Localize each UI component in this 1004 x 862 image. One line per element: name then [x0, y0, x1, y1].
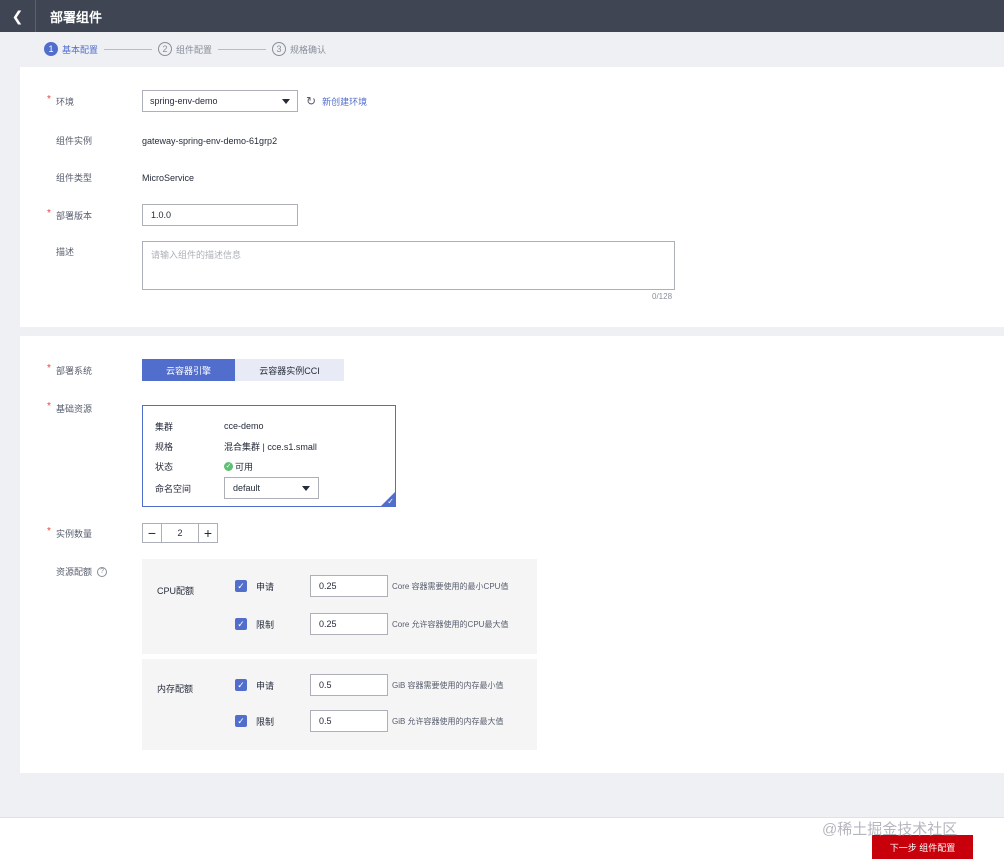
caret-down-icon: [282, 98, 290, 104]
namespace-value: default: [233, 483, 261, 493]
status-row: 状态 ✓ 可用: [155, 456, 395, 476]
mem-limit-label: 限制: [256, 716, 275, 727]
type-value: MicroService: [142, 172, 195, 183]
desc-textarea[interactable]: 请输入组件的描述信息: [142, 241, 675, 290]
mem-request-hint: GiB 容器需要使用的内存最小值: [392, 680, 504, 690]
spec-value: 混合集群 | cce.s1.small: [224, 441, 317, 452]
watermark: @稀土掘金技术社区: [822, 821, 958, 838]
system-option-cce[interactable]: 云容器引擎: [142, 359, 235, 381]
resource-row: 基础资源: [20, 401, 142, 415]
chevron-left-icon[interactable]: ❮: [0, 0, 36, 32]
cpu-limit-row: ✓ 限制 0.25 Core 允许容器使用的CPU最大值: [235, 613, 508, 635]
quota-label: 资源配额: [56, 567, 93, 577]
env-row: 环境 spring-env-demo ↻ 新创建环境: [20, 90, 367, 112]
count-stepper: − 2 +: [142, 523, 218, 543]
mem-request-input[interactable]: 0.5: [310, 674, 388, 696]
count-value[interactable]: 2: [162, 523, 198, 543]
step-spec-confirm: 3 规格确认: [272, 42, 326, 56]
deploy-config-card: 部署系统 云容器引擎 云容器实例CCI 基础资源 集群 cce-demo 规格 …: [20, 336, 1004, 773]
cpu-request-input[interactable]: 0.25: [310, 575, 388, 597]
step-basic-config: 1 基本配置: [44, 42, 98, 56]
type-row: 组件类型 MicroService: [20, 171, 194, 184]
page-title: 部署组件: [50, 9, 103, 25]
cpu-request-hint: Core 容器需要使用的最小CPU值: [392, 581, 509, 591]
step-connector: [104, 48, 153, 50]
cluster-key: 集群: [155, 421, 174, 432]
mem-request-row: ✓ 申请 0.5 GiB 容器需要使用的内存最小值: [235, 674, 504, 696]
desc-label: 描述: [56, 247, 75, 257]
status-value: 可用: [235, 461, 254, 472]
mem-limit-input[interactable]: 0.5: [310, 710, 388, 732]
mem-limit-hint: GiB 允许容器使用的内存最大值: [392, 716, 504, 726]
cpu-limit-input[interactable]: 0.25: [310, 613, 388, 635]
mem-request-checkbox[interactable]: ✓: [235, 679, 247, 691]
step-label: 组件配置: [176, 44, 213, 55]
plus-icon[interactable]: +: [198, 523, 218, 543]
refresh-icon[interactable]: ↻: [306, 94, 316, 108]
step-indicator: 1 基本配置 2 组件配置 3 规格确认: [44, 40, 326, 58]
mem-limit-row: ✓ 限制 0.5 GiB 允许容器使用的内存最大值: [235, 710, 504, 732]
top-bar: ❮ 部署组件: [0, 0, 1004, 32]
system-toggle: 云容器引擎 云容器实例CCI: [142, 359, 344, 381]
cpu-limit-label: 限制: [256, 619, 275, 630]
step-label: 基本配置: [62, 44, 99, 55]
namespace-key: 命名空间: [155, 483, 192, 494]
instance-value: gateway-spring-env-demo-61grp2: [142, 135, 278, 146]
check-circle-icon: ✓: [224, 461, 233, 471]
new-env-link[interactable]: 新创建环境: [322, 95, 367, 108]
system-row: 部署系统 云容器引擎 云容器实例CCI: [20, 359, 344, 381]
desc-counter: 0/128: [652, 292, 673, 301]
env-select-value: spring-env-demo: [150, 96, 218, 106]
cluster-row: 集群 cce-demo: [155, 416, 395, 436]
check-icon: ✓: [387, 497, 394, 506]
version-input[interactable]: 1.0.0: [142, 204, 298, 226]
resource-card[interactable]: 集群 cce-demo 规格 混合集群 | cce.s1.small 状态 ✓ …: [142, 405, 396, 507]
namespace-select[interactable]: default: [224, 477, 319, 499]
resource-label: 基础资源: [20, 401, 142, 415]
version-label: 部署版本: [20, 208, 142, 222]
instance-label: 组件实例: [56, 136, 93, 146]
spec-row: 规格 混合集群 | cce.s1.small: [155, 436, 395, 456]
basic-config-card: 环境 spring-env-demo ↻ 新创建环境 组件实例 gateway-…: [20, 67, 1004, 327]
step-number: 1: [44, 42, 58, 56]
count-label: 实例数量: [20, 526, 142, 540]
mem-request-label: 申请: [256, 680, 275, 691]
status-key: 状态: [155, 461, 174, 472]
cpu-quota-title: CPU配额: [157, 586, 195, 596]
spec-key: 规格: [155, 441, 174, 452]
mem-limit-checkbox[interactable]: ✓: [235, 715, 247, 727]
cpu-request-label: 申请: [256, 581, 275, 592]
system-option-cci[interactable]: 云容器实例CCI: [235, 359, 344, 381]
count-row: 实例数量 − 2 +: [20, 523, 218, 543]
caret-down-icon: [302, 485, 310, 491]
step-number: 2: [158, 42, 173, 56]
cpu-request-checkbox[interactable]: ✓: [235, 580, 247, 592]
desc-row: 描述 请输入组件的描述信息: [20, 241, 675, 290]
help-icon[interactable]: ?: [97, 566, 108, 577]
system-label: 部署系统: [20, 363, 142, 377]
env-label: 环境: [20, 94, 142, 108]
quota-row: 资源配额 ?: [20, 565, 142, 578]
cpu-limit-hint: Core 允许容器使用的CPU最大值: [392, 619, 509, 629]
step-number: 3: [272, 42, 287, 56]
instance-row: 组件实例 gateway-spring-env-demo-61grp2: [20, 134, 277, 147]
minus-icon[interactable]: −: [142, 523, 162, 543]
mem-quota-box: 内存配额 ✓ 申请 0.5 GiB 容器需要使用的内存最小值 ✓ 限制 0.5 …: [142, 659, 537, 750]
cpu-limit-checkbox[interactable]: ✓: [235, 618, 247, 630]
type-label: 组件类型: [56, 173, 93, 183]
mem-quota-title: 内存配额: [157, 684, 194, 694]
cpu-request-row: ✓ 申请 0.25 Core 容器需要使用的最小CPU值: [235, 575, 508, 597]
step-component-config: 2 组件配置: [158, 42, 212, 56]
quota-label-wrap: 资源配额 ?: [20, 565, 142, 578]
step-label: 规格确认: [290, 44, 327, 55]
env-select[interactable]: spring-env-demo: [142, 90, 298, 112]
step-connector: [218, 48, 267, 50]
namespace-row: 命名空间 default: [155, 476, 395, 500]
version-row: 部署版本 1.0.0: [20, 204, 298, 226]
cluster-value: cce-demo: [224, 421, 264, 431]
cpu-quota-box: CPU配额 ✓ 申请 0.25 Core 容器需要使用的最小CPU值 ✓ 限制 …: [142, 559, 537, 654]
